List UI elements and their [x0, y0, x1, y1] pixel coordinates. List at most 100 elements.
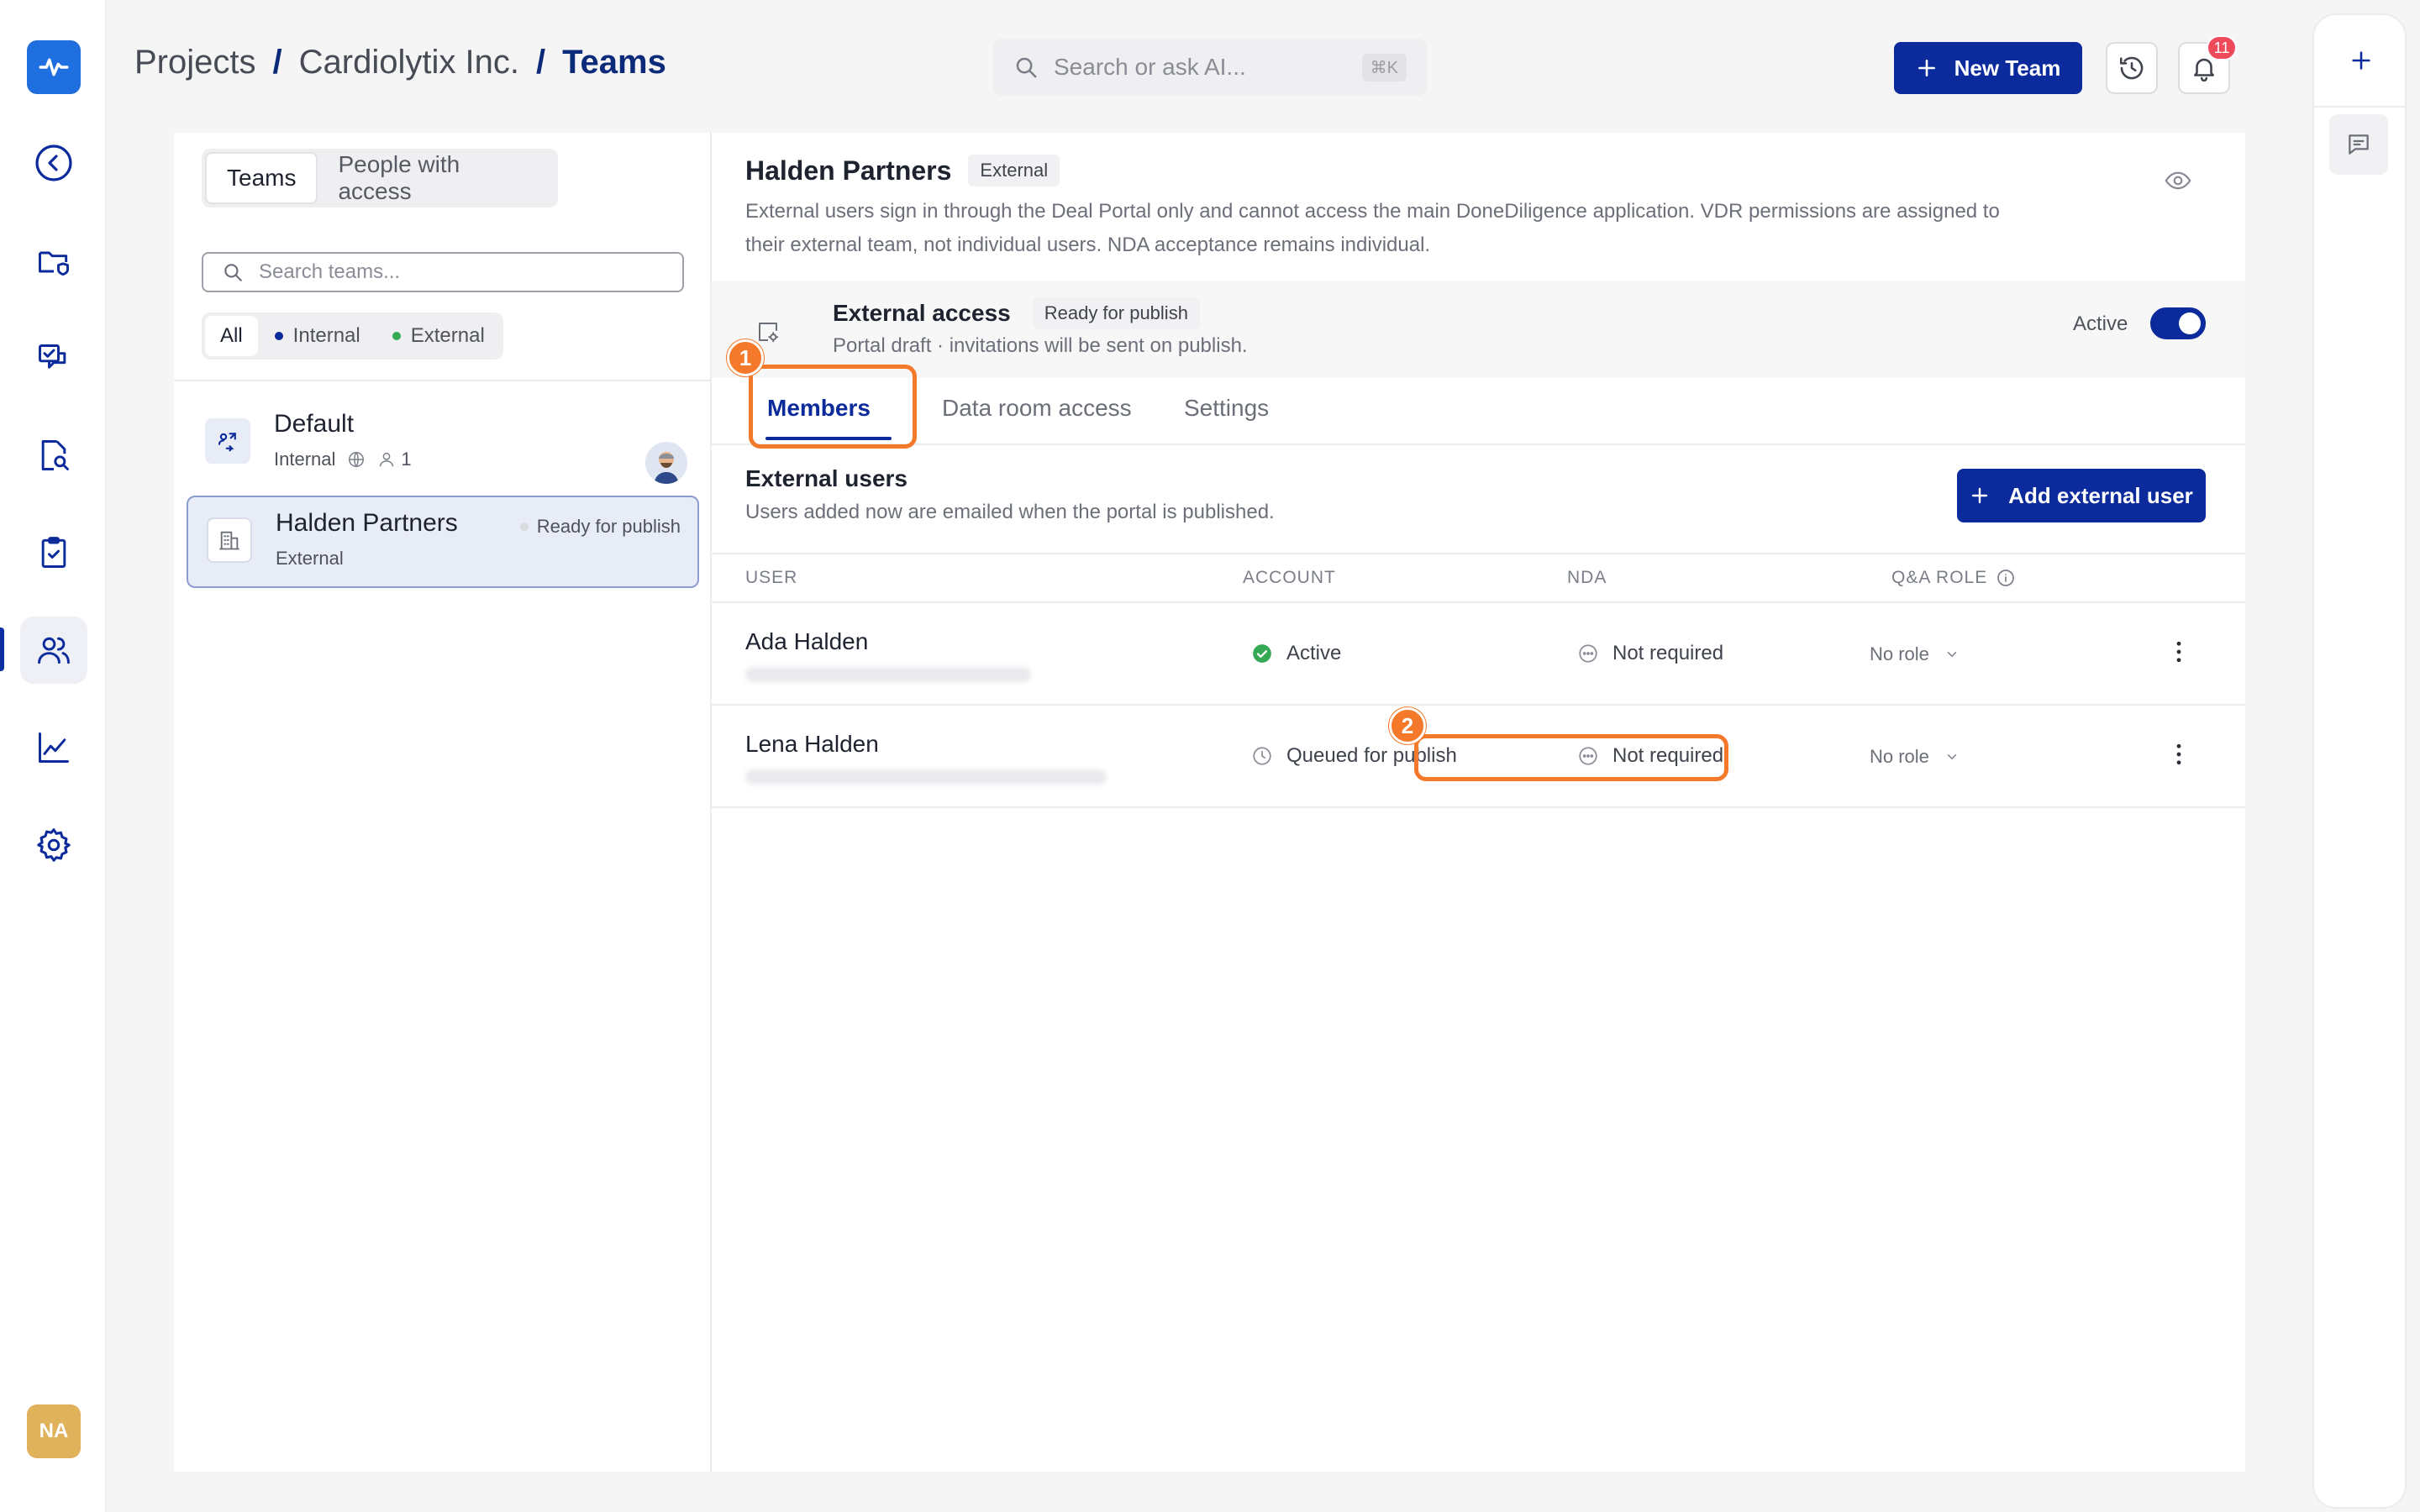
- team-item-default[interactable]: Default Internal 1: [187, 398, 699, 491]
- add-panel-button[interactable]: [2338, 37, 2385, 84]
- filter-internal[interactable]: Internal: [260, 316, 376, 356]
- team-detail: Halden Partners External External users …: [712, 133, 2245, 1472]
- external-access-toggle[interactable]: [2150, 307, 2206, 339]
- nav-analytics[interactable]: [20, 714, 87, 781]
- team-name: Halden Partners: [276, 509, 458, 537]
- column-qa-role-label: Q&A ROLE: [1891, 568, 1988, 587]
- external-dot-icon: [392, 332, 401, 340]
- nav-data-room[interactable]: [20, 228, 87, 296]
- row-actions-button[interactable]: [2164, 739, 2194, 774]
- plus-icon: [1918, 60, 1935, 76]
- team-swap-icon: [218, 433, 236, 452]
- team-type-filter: All Internal External: [202, 312, 503, 360]
- notification-count-badge: 11: [2207, 35, 2237, 60]
- nav-settings[interactable]: [20, 811, 87, 879]
- row-actions-button[interactable]: [2164, 637, 2194, 671]
- check-circle-icon: [1253, 644, 1271, 663]
- filter-external-label: External: [410, 324, 485, 347]
- pulse-logo-icon: [39, 58, 69, 76]
- add-external-user-label: Add external user: [2008, 482, 2193, 508]
- active-nav-indicator: [0, 627, 4, 671]
- teams-search-input[interactable]: Search teams...: [259, 260, 400, 284]
- kebab-menu-icon: [2176, 641, 2181, 663]
- plus-icon: [2352, 51, 2370, 70]
- status-dot-icon: [519, 522, 529, 531]
- filter-all[interactable]: All: [205, 316, 258, 356]
- breadcrumb-projects[interactable]: Projects: [134, 44, 256, 81]
- window-gear-icon: [759, 323, 779, 343]
- detail-tabs: Members Data room access Settings: [712, 378, 2245, 445]
- team-icon: [207, 517, 252, 563]
- filter-external[interactable]: External: [377, 316, 500, 356]
- search-icon: [1016, 57, 1037, 78]
- teams-list-panel: Teams People with access Search teams...…: [174, 133, 712, 1472]
- team-name: Default: [274, 410, 355, 438]
- internal-dot-icon: [274, 332, 283, 340]
- app-logo[interactable]: [27, 40, 81, 94]
- user-name: Lena Halden: [745, 731, 879, 757]
- new-team-label: New Team: [1954, 55, 2061, 81]
- team-type-badge: External: [968, 155, 1060, 186]
- nda-status-label: Not required: [1612, 642, 1724, 664]
- user-name: Ada Halden: [745, 628, 869, 654]
- callout-highlight-queued: [1414, 734, 1728, 781]
- users-icon: [38, 637, 70, 664]
- external-access-header: External access Ready for publish: [833, 297, 1200, 329]
- nav-qa[interactable]: [20, 326, 87, 393]
- preview-button[interactable]: [2164, 166, 2192, 199]
- person-icon: [380, 452, 394, 467]
- nav-teams[interactable]: [20, 617, 87, 684]
- nav-review[interactable]: [20, 422, 87, 489]
- qa-role-select[interactable]: No role: [1870, 746, 1960, 768]
- right-rail-divider: [2314, 106, 2405, 108]
- global-search[interactable]: Search or ask AI... ⌘K: [993, 39, 1427, 96]
- comments-button[interactable]: [2329, 114, 2388, 175]
- tab-data-room-access[interactable]: Data room access: [942, 395, 1132, 422]
- globe-icon: [349, 452, 365, 467]
- breadcrumb-separator: /: [272, 44, 282, 81]
- tab-teams[interactable]: Teams: [205, 152, 318, 204]
- person-avatar-icon: [645, 442, 687, 484]
- team-item-halden-partners[interactable]: Halden Partners External Ready for publi…: [187, 496, 699, 588]
- user-email-blurred: [745, 769, 1107, 785]
- document-search-icon: [41, 440, 69, 470]
- tab-people-with-access[interactable]: People with access: [318, 151, 555, 204]
- view-switcher: Teams People with access: [202, 149, 558, 207]
- qa-role-select[interactable]: No role: [1870, 643, 1960, 665]
- breadcrumb-company[interactable]: Cardiolytix Inc.: [299, 44, 519, 81]
- nav-checklist[interactable]: [20, 519, 87, 586]
- new-team-button[interactable]: New Team: [1894, 42, 2082, 94]
- team-title-text: Halden Partners: [745, 155, 952, 186]
- clock-icon: [1253, 747, 1271, 765]
- external-access-section: External access Ready for publish Portal…: [712, 281, 2245, 378]
- team-description: External users sign in through the Deal …: [745, 200, 2000, 256]
- teams-search-field[interactable]: Search teams...: [202, 252, 684, 292]
- column-account: ACCOUNT: [1243, 568, 1336, 587]
- add-external-user-button[interactable]: Add external user: [1957, 469, 2206, 522]
- account-status-label: Active: [1286, 642, 1342, 664]
- external-access-title: External access: [833, 300, 1011, 326]
- external-access-subtitle: Portal draft · invitations will be sent …: [833, 334, 1248, 357]
- table-row[interactable]: Ada Halden Active Not required No role: [712, 603, 2245, 706]
- user-email-blurred: [745, 667, 1031, 682]
- callout-number: 2: [1389, 707, 1426, 744]
- users-table-header: USER ACCOUNT NDA Q&A ROLE: [712, 553, 2245, 603]
- info-icon[interactable]: [1996, 568, 2016, 588]
- qa-role-value: No role: [1870, 643, 1929, 664]
- column-user: USER: [745, 568, 798, 587]
- comment-icon: [2349, 134, 2369, 155]
- chat-check-icon: [39, 344, 66, 369]
- callout-highlight-members: [749, 365, 917, 449]
- search-shortcut: ⌘K: [1361, 53, 1407, 81]
- back-button[interactable]: [20, 129, 87, 197]
- team-publish-status: Ready for publish: [519, 516, 681, 538]
- search-input[interactable]: Search or ask AI...: [1054, 54, 1362, 81]
- account-status: Active: [1251, 642, 1341, 665]
- user-avatar[interactable]: NA: [27, 1404, 81, 1458]
- breadcrumb-current: Teams: [562, 44, 666, 81]
- member-avatar: [645, 442, 687, 484]
- building-icon: [219, 531, 239, 550]
- kebab-menu-icon: [2176, 743, 2181, 765]
- history-button[interactable]: [2106, 42, 2158, 94]
- tab-settings[interactable]: Settings: [1184, 395, 1269, 422]
